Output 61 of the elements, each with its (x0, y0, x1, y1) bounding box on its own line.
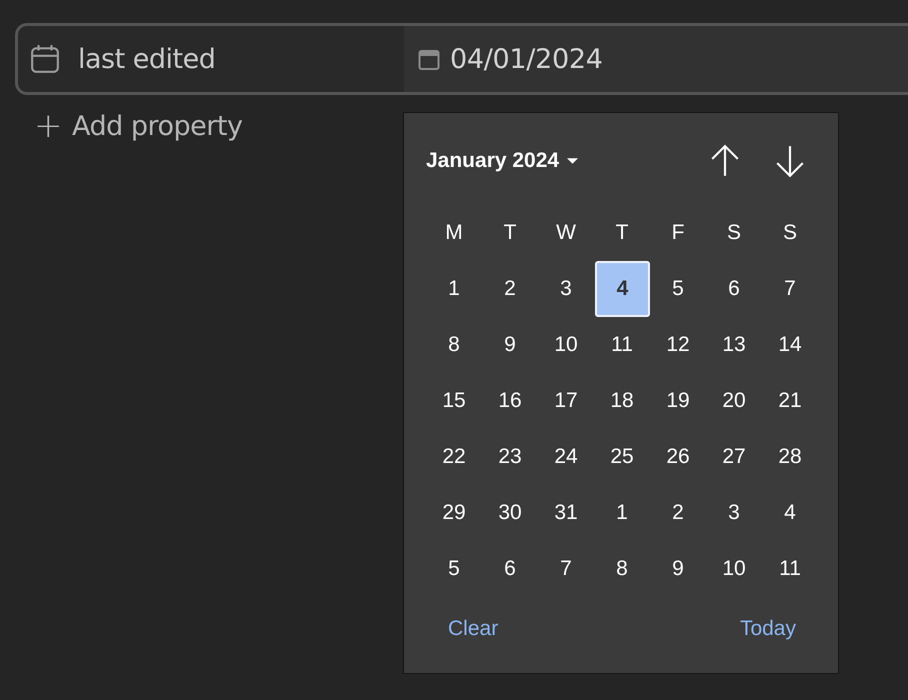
calendar-day[interactable]: 21 (762, 373, 818, 429)
date-field[interactable]: 04/01/2024 (404, 26, 908, 92)
weekday-label: T (614, 220, 630, 246)
calendar-day[interactable]: 6 (482, 541, 538, 597)
calendar-day[interactable]: 1 (426, 261, 482, 317)
calendar-day[interactable]: 15 (426, 373, 482, 429)
calendar-day[interactable]: 19 (650, 373, 706, 429)
calendar-day[interactable]: 11 (762, 541, 818, 597)
calendar-day[interactable]: 2 (650, 485, 706, 541)
calendar-day[interactable]: 5 (650, 261, 706, 317)
calendar-day[interactable]: 7 (762, 261, 818, 317)
calendar-day[interactable]: 24 (538, 429, 594, 485)
calendar-day[interactable]: 6 (706, 261, 762, 317)
footer-link[interactable]: Today (740, 617, 796, 641)
calendar-day[interactable]: 5 (426, 541, 482, 597)
calendar-day[interactable]: 12 (650, 317, 706, 373)
calendar-day[interactable]: 2 (482, 261, 538, 317)
calendar-icon (30, 44, 60, 74)
arrow-down-icon[interactable] (774, 144, 806, 178)
weekday-label: W (555, 220, 577, 246)
month-dropdown[interactable]: January 2024 (426, 149, 578, 173)
arrow-up-icon[interactable] (709, 144, 741, 178)
calendar-day[interactable]: 1 (594, 485, 650, 541)
calendar-day[interactable]: 20 (706, 373, 762, 429)
calendar-day[interactable]: 31 (538, 485, 594, 541)
calendar-day[interactable]: 23 (482, 429, 538, 485)
weekday-label: F (670, 220, 686, 246)
calendar-day[interactable]: 8 (426, 317, 482, 373)
calendar-day[interactable]: 25 (594, 429, 650, 485)
calendar-day[interactable]: 8 (594, 541, 650, 597)
calendar-day[interactable]: 28 (762, 429, 818, 485)
weekday-label: S (782, 220, 798, 246)
calendar-day[interactable]: 4 (595, 261, 650, 317)
calendar-day[interactable]: 7 (538, 541, 594, 597)
caret-icon (567, 158, 578, 164)
calendar-day[interactable]: 3 (706, 485, 762, 541)
calendar-day[interactable]: 9 (650, 541, 706, 597)
calendar-day[interactable]: 16 (482, 373, 538, 429)
calendar-day[interactable]: 27 (706, 429, 762, 485)
calendar-day[interactable]: 30 (482, 485, 538, 541)
footer-link[interactable]: Clear (448, 617, 498, 641)
calendar-day[interactable]: 26 (650, 429, 706, 485)
calendar-day[interactable]: 10 (706, 541, 762, 597)
calendar-day[interactable]: 17 (538, 373, 594, 429)
calendar-day[interactable]: 4 (762, 485, 818, 541)
calendar-icon (418, 48, 440, 70)
weekday-label: M (444, 220, 464, 246)
calendar-day[interactable]: 14 (762, 317, 818, 373)
weekday-label: T (502, 220, 518, 246)
calendar-day[interactable]: 10 (538, 317, 594, 373)
calendar-day[interactable]: 9 (482, 317, 538, 373)
plus-icon: + (34, 109, 62, 143)
calendar-day[interactable]: 11 (594, 317, 650, 373)
calendar-day[interactable]: 29 (426, 485, 482, 541)
calendar-day[interactable]: 3 (538, 261, 594, 317)
calendar-day[interactable]: 13 (706, 317, 762, 373)
weekday-label: S (726, 220, 742, 246)
calendar-day[interactable]: 18 (594, 373, 650, 429)
calendar-day[interactable]: 22 (426, 429, 482, 485)
add-property-button[interactable]: + Add property (34, 109, 242, 143)
property-name: last edited (78, 44, 216, 74)
